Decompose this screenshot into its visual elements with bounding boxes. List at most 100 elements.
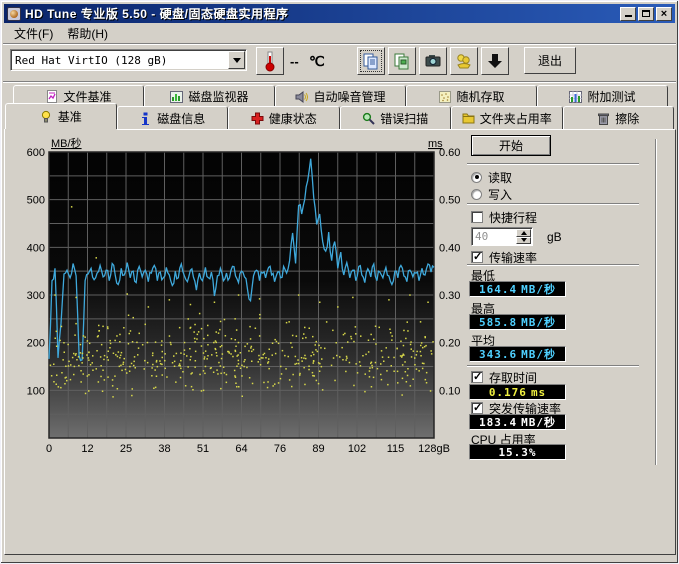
stepper-down-button[interactable] [516, 237, 531, 245]
close-button[interactable]: × [656, 7, 672, 21]
tab-aam[interactable]: 自动噪音管理 [275, 85, 406, 107]
access-time-checkbox[interactable] [471, 371, 483, 383]
transfer-rate-label: 传输速率 [489, 249, 537, 266]
drive-select-dropdown-button[interactable] [228, 51, 245, 69]
drive-select-value: Red Hat VirtIO (128 gB) [11, 54, 228, 67]
write-radio[interactable] [471, 189, 482, 200]
stepper-up-button[interactable] [516, 229, 531, 237]
screenshot-button[interactable] [419, 47, 447, 75]
tab-label: 基准 [58, 108, 82, 125]
copy-button[interactable] [357, 47, 385, 75]
close-icon: × [661, 9, 667, 19]
benchmark-chart: 1002003004005006000.100.200.300.400.500.… [19, 137, 471, 461]
extra-tests-icon [569, 90, 582, 103]
bulb-icon [40, 110, 53, 123]
tab-disk-monitor[interactable]: 磁盘监视器 [144, 85, 275, 107]
folder-icon [462, 112, 475, 125]
toolbar: Red Hat VirtIO (128 gB) -- ℃ [4, 45, 675, 80]
start-button[interactable]: 开始 [471, 135, 551, 156]
tab-row-primary: 基准 磁盘信息 健康状态 错误扫描 文件夹占用率 [5, 106, 674, 129]
short-stroke-unit: gB [547, 230, 562, 244]
donate-icon [455, 52, 473, 70]
avg-value-display: 343.6 MB/秒 [469, 346, 566, 362]
save-button[interactable] [481, 47, 509, 75]
tab-label: 附加测试 [587, 88, 635, 105]
write-radio-row[interactable]: 写入 [471, 187, 512, 201]
copy-image-icon [393, 52, 411, 70]
tab-health[interactable]: 健康状态 [228, 106, 340, 129]
copy-icon [362, 52, 380, 70]
transfer-rate-checkbox[interactable] [471, 251, 483, 263]
temperature-value: -- [290, 54, 299, 69]
info-icon [139, 112, 152, 125]
burst-rate-checkbox[interactable] [471, 402, 483, 414]
magnifier-icon [362, 112, 375, 125]
tab-erase[interactable]: 擦除 [563, 106, 675, 129]
maximize-button[interactable] [638, 7, 654, 21]
short-stroke-size-value: 40 [472, 228, 515, 245]
burst-rate-row[interactable]: 突发传输速率 [471, 401, 561, 415]
save-arrow-icon [486, 52, 504, 70]
tab-random-access[interactable]: 随机存取 [406, 85, 537, 107]
svg-text:MB/秒: MB/秒 [51, 137, 82, 150]
write-radio-label: 写入 [488, 186, 512, 203]
transfer-rate-row[interactable]: 传输速率 [471, 250, 537, 264]
trash-icon [597, 112, 610, 125]
svg-text:38: 38 [158, 443, 170, 455]
tab-disk-info[interactable]: 磁盘信息 [117, 106, 229, 129]
burst-rate-value: 183.4 [479, 416, 517, 429]
svg-text:102: 102 [348, 443, 366, 455]
read-radio[interactable] [471, 172, 482, 183]
copy-image-button[interactable] [388, 47, 416, 75]
temperature-unit: ℃ [309, 53, 325, 70]
avg-unit: MB/秒 [521, 346, 556, 362]
tab-error-scan[interactable]: 错误扫描 [340, 106, 452, 129]
separator [467, 163, 639, 165]
short-stroke-size-stepper[interactable]: 40 [471, 227, 533, 246]
svg-text:100: 100 [27, 385, 45, 397]
svg-text:25: 25 [120, 443, 132, 455]
min-value: 164.4 [479, 283, 517, 296]
tab-label: 随机存取 [456, 88, 504, 105]
svg-text:600: 600 [27, 147, 45, 159]
donate-button[interactable] [450, 47, 478, 75]
svg-text:400: 400 [27, 242, 45, 254]
short-stroke-row[interactable]: 快捷行程 [471, 210, 537, 224]
camera-icon [424, 52, 442, 70]
tab-benchmark[interactable]: 基准 [5, 103, 117, 129]
file-benchmark-icon [45, 90, 58, 103]
menu-file[interactable]: 文件(F) [8, 24, 59, 43]
read-radio-label: 读取 [488, 169, 512, 186]
short-stroke-checkbox[interactable] [471, 211, 483, 223]
avg-value: 343.6 [479, 348, 517, 361]
read-radio-row[interactable]: 读取 [471, 170, 512, 184]
temperature-button[interactable] [256, 47, 284, 75]
svg-text:76: 76 [274, 443, 286, 455]
svg-text:200: 200 [27, 338, 45, 350]
speaker-icon [295, 90, 308, 103]
svg-text:0: 0 [46, 443, 52, 455]
exit-button[interactable]: 退出 [524, 47, 576, 74]
svg-text:128gB: 128gB [418, 443, 450, 455]
svg-text:0.40: 0.40 [439, 242, 460, 254]
titlebar: HD Tune 专业版 5.50 - 硬盘/固态硬盘实用程序 × [4, 4, 675, 23]
tab-extra-tests[interactable]: 附加测试 [537, 85, 668, 107]
svg-text:0.30: 0.30 [439, 290, 460, 302]
menu-help[interactable]: 帮助(H) [61, 24, 114, 43]
max-value: 585.8 [479, 316, 517, 329]
svg-text:0.20: 0.20 [439, 338, 460, 350]
access-time-row[interactable]: 存取时间 [471, 370, 537, 384]
drive-select[interactable]: Red Hat VirtIO (128 gB) [10, 49, 247, 71]
separator [467, 264, 639, 266]
tab-label: 错误扫描 [380, 110, 428, 127]
max-unit: MB/秒 [521, 314, 556, 330]
health-cross-icon [251, 112, 264, 125]
chevron-down-icon [521, 238, 527, 242]
tab-label: 健康状态 [269, 110, 317, 127]
minimize-button[interactable] [620, 7, 636, 21]
burst-rate-unit: MB/秒 [521, 414, 556, 430]
toolbar-separator [3, 81, 676, 83]
svg-text:500: 500 [27, 195, 45, 207]
tab-folder-usage[interactable]: 文件夹占用率 [451, 106, 563, 129]
svg-text:51: 51 [197, 443, 209, 455]
